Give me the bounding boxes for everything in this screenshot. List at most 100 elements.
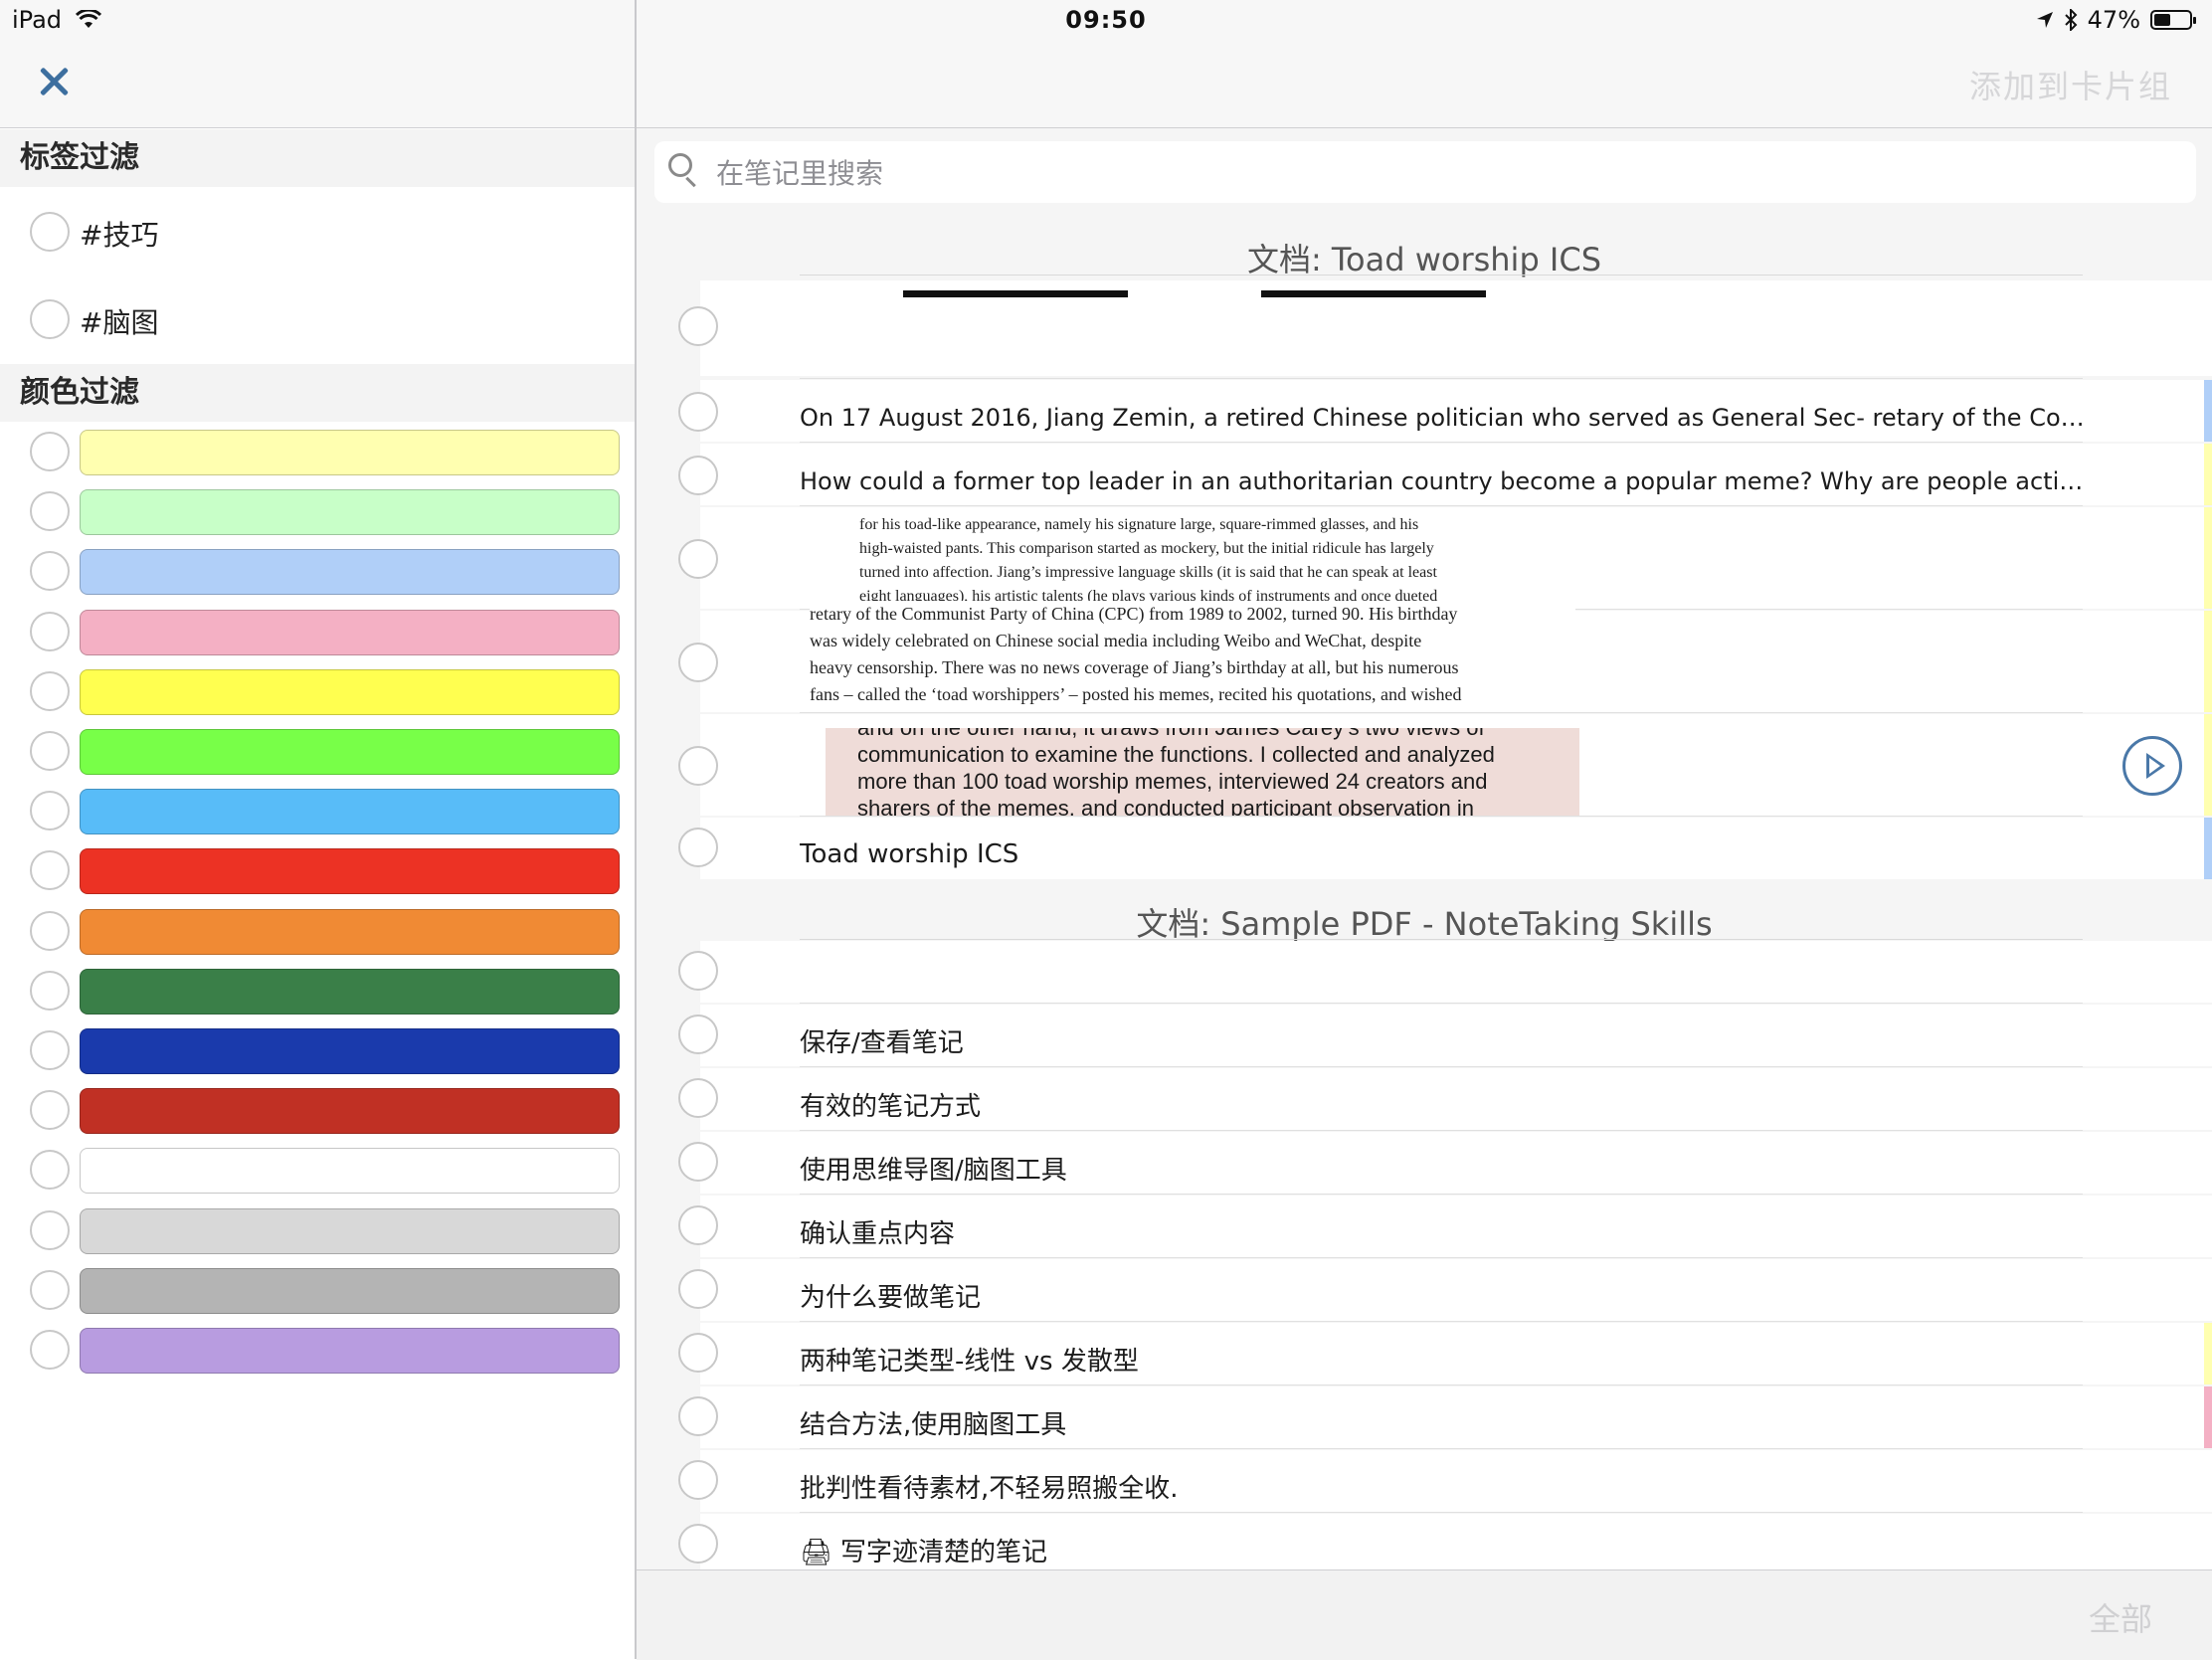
- note-row[interactable]: 🖨 写字迹清楚的笔记: [637, 1514, 2212, 1575]
- note-row-snippet[interactable]: for his toad-like appearance, namely his…: [637, 507, 2212, 609]
- divider: [800, 442, 2083, 443]
- play-icon[interactable]: [2122, 736, 2182, 796]
- note-radio[interactable]: [678, 1142, 718, 1182]
- color-swatch[interactable]: [80, 1208, 620, 1254]
- color-radio[interactable]: [30, 911, 70, 951]
- note-row[interactable]: 结合方法,使用脑图工具: [637, 1386, 2212, 1448]
- color-radio[interactable]: [30, 1090, 70, 1130]
- color-swatch[interactable]: [80, 430, 620, 475]
- color-swatch[interactable]: [80, 909, 620, 955]
- tag-filter-title: 标签过滤: [0, 129, 635, 187]
- snippet-line: was widely celebrated on Chinese social …: [810, 631, 1422, 650]
- divider: [800, 1512, 2083, 1513]
- note-radio[interactable]: [678, 643, 718, 682]
- note-row[interactable]: [637, 941, 2212, 1003]
- snippet-line: and on the other hand, it draws from Jam…: [857, 728, 1548, 741]
- color-swatch[interactable]: [80, 1028, 620, 1074]
- note-text-label: 为什么要做笔记: [800, 1283, 982, 1313]
- color-radio[interactable]: [30, 1150, 70, 1190]
- note-radio[interactable]: [678, 1524, 718, 1564]
- snippet-line: sharers of the memes, and conducted part…: [857, 796, 1475, 816]
- color-radio[interactable]: [30, 1270, 70, 1310]
- note-row-image[interactable]: [637, 280, 2212, 376]
- color-radio[interactable]: [30, 671, 70, 711]
- color-radio[interactable]: [30, 850, 70, 890]
- note-text-label: 结合方法,使用脑图工具: [800, 1410, 1067, 1440]
- all-button[interactable]: 全部: [2089, 1594, 2152, 1640]
- note-radio[interactable]: [678, 1269, 718, 1309]
- note-row-snippet[interactable]: and on the other hand, it draws from Jam…: [637, 714, 2212, 816]
- notes-panel: 添加到卡片组 文档: Toad worship ICS On 17 August…: [637, 0, 2212, 1660]
- note-radio[interactable]: [678, 828, 718, 867]
- divider: [800, 816, 2083, 817]
- snippet-line: retary of the Communist Party of China (…: [810, 604, 1458, 624]
- note-row[interactable]: 保存/查看笔记: [637, 1005, 2212, 1066]
- color-radio[interactable]: [30, 612, 70, 651]
- note-row[interactable]: 有效的笔记方式: [637, 1068, 2212, 1130]
- note-radio[interactable]: [678, 306, 718, 346]
- note-text-label: 两种笔记类型-线性 vs 发散型: [800, 1347, 1139, 1377]
- note-text-label: 有效的笔记方式: [800, 1092, 982, 1122]
- color-swatch[interactable]: [80, 789, 620, 834]
- search-input[interactable]: [714, 141, 2180, 205]
- color-swatch[interactable]: [80, 610, 620, 655]
- color-swatch[interactable]: [80, 489, 620, 535]
- color-swatch[interactable]: [80, 848, 620, 894]
- note-row[interactable]: 确认重点内容: [637, 1196, 2212, 1257]
- close-icon[interactable]: [34, 62, 74, 101]
- color-swatch[interactable]: [80, 549, 620, 595]
- note-row[interactable]: 两种笔记类型-线性 vs 发散型: [637, 1323, 2212, 1384]
- color-radio[interactable]: [30, 1330, 70, 1370]
- snippet-line: heavy censorship. There was no news cove…: [810, 657, 1459, 677]
- color-radio[interactable]: [30, 491, 70, 531]
- note-radio[interactable]: [678, 951, 718, 991]
- color-swatch[interactable]: [80, 1088, 620, 1134]
- color-swatch[interactable]: [80, 969, 620, 1014]
- pdf-snippet: retary of the Communist Party of China (…: [810, 601, 1575, 706]
- color-radio[interactable]: [30, 731, 70, 771]
- snippet-line: for his toad-like appearance, namely his…: [859, 516, 1419, 533]
- pdf-snippet: for his toad-like appearance, namely his…: [859, 513, 1516, 609]
- note-text-label: 确认重点内容: [800, 1219, 956, 1249]
- note-row[interactable]: Toad worship ICS: [637, 818, 2212, 879]
- note-radio[interactable]: [678, 456, 718, 495]
- note-radio[interactable]: [678, 539, 718, 579]
- add-to-card-deck-button[interactable]: 添加到卡片组: [1969, 62, 2172, 107]
- divider: [800, 1384, 2083, 1385]
- color-radio[interactable]: [30, 1210, 70, 1250]
- note-row[interactable]: 使用思维导图/脑图工具: [637, 1132, 2212, 1194]
- divider: [800, 1194, 2083, 1195]
- color-swatch[interactable]: [80, 1148, 620, 1194]
- note-radio[interactable]: [678, 1396, 718, 1436]
- color-swatch[interactable]: [80, 1268, 620, 1314]
- tag-radio[interactable]: [30, 212, 70, 252]
- note-row[interactable]: On 17 August 2016, Jiang Zemin, a retire…: [637, 380, 2212, 442]
- note-row-snippet[interactable]: retary of the Communist Party of China (…: [637, 601, 2212, 712]
- note-radio[interactable]: [678, 1205, 718, 1245]
- filter-panel: 标签过滤 #技巧 #脑图 颜色过滤: [0, 0, 637, 1659]
- search-bar[interactable]: [654, 141, 2196, 205]
- divider: [800, 712, 2083, 713]
- note-row[interactable]: How could a former top leader in an auth…: [637, 444, 2212, 505]
- color-radio[interactable]: [30, 1030, 70, 1070]
- color-swatch[interactable]: [80, 1328, 620, 1374]
- divider: [800, 1066, 2083, 1067]
- color-radio[interactable]: [30, 432, 70, 471]
- divider: [800, 275, 2083, 276]
- color-radio[interactable]: [30, 971, 70, 1011]
- tag-label: #技巧: [80, 219, 159, 252]
- note-radio[interactable]: [678, 1014, 718, 1054]
- color-swatch[interactable]: [80, 729, 620, 775]
- battery-percent: 47%: [2087, 6, 2140, 34]
- note-radio[interactable]: [678, 1333, 718, 1373]
- note-radio[interactable]: [678, 1460, 718, 1500]
- note-radio[interactable]: [678, 392, 718, 432]
- note-row[interactable]: 批判性看待素材,不轻易照搬全收.: [637, 1450, 2212, 1512]
- note-radio[interactable]: [678, 1078, 718, 1118]
- tag-radio[interactable]: [30, 299, 70, 339]
- note-radio[interactable]: [678, 746, 718, 786]
- color-swatch[interactable]: [80, 669, 620, 715]
- color-radio[interactable]: [30, 551, 70, 591]
- note-row[interactable]: 为什么要做笔记: [637, 1259, 2212, 1321]
- color-radio[interactable]: [30, 791, 70, 830]
